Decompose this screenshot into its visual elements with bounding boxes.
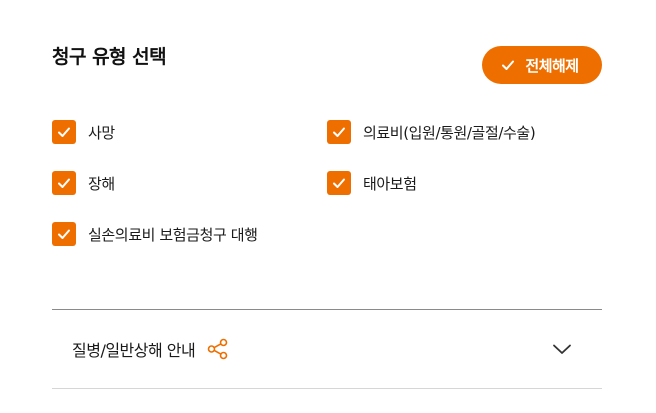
chevron-down-icon[interactable]	[552, 339, 572, 359]
option-label: 의료비(입원/통원/골절/수술)	[363, 123, 536, 142]
share-icon[interactable]	[207, 338, 229, 360]
option-label: 태아보험	[363, 174, 417, 193]
option-label: 장해	[88, 174, 115, 193]
option-label: 사망	[88, 123, 115, 142]
checkbox[interactable]	[52, 171, 76, 195]
option-death[interactable]: 사망	[52, 120, 115, 144]
check-icon	[333, 178, 345, 188]
check-icon	[333, 127, 345, 137]
checkbox[interactable]	[52, 222, 76, 246]
section-title: 청구 유형 선택	[52, 46, 167, 68]
divider	[52, 388, 602, 389]
check-icon	[501, 58, 515, 72]
check-icon	[58, 178, 70, 188]
check-icon	[58, 127, 70, 137]
deselect-all-label: 전체해제	[525, 56, 579, 75]
option-label: 실손의료비 보험금청구 대행	[88, 225, 258, 244]
checkbox[interactable]	[327, 120, 351, 144]
option-indemnity-claim-proxy[interactable]: 실손의료비 보험금청구 대행	[52, 222, 258, 246]
check-icon	[58, 229, 70, 239]
checkbox[interactable]	[327, 171, 351, 195]
claim-type-page: 청구 유형 선택 전체해제 사망 의료비(입원/통원/골절/수술) 장해 태아보…	[0, 0, 656, 413]
accordion-title: 질병/일반상해 안내	[72, 341, 196, 360]
option-medical-expenses[interactable]: 의료비(입원/통원/골절/수술)	[327, 120, 536, 144]
checkbox[interactable]	[52, 120, 76, 144]
deselect-all-button[interactable]: 전체해제	[482, 46, 602, 84]
option-disability[interactable]: 장해	[52, 171, 115, 195]
option-fetal-insurance[interactable]: 태아보험	[327, 171, 417, 195]
accordion-disease-injury-guide[interactable]: 질병/일반상해 안내	[52, 310, 602, 388]
